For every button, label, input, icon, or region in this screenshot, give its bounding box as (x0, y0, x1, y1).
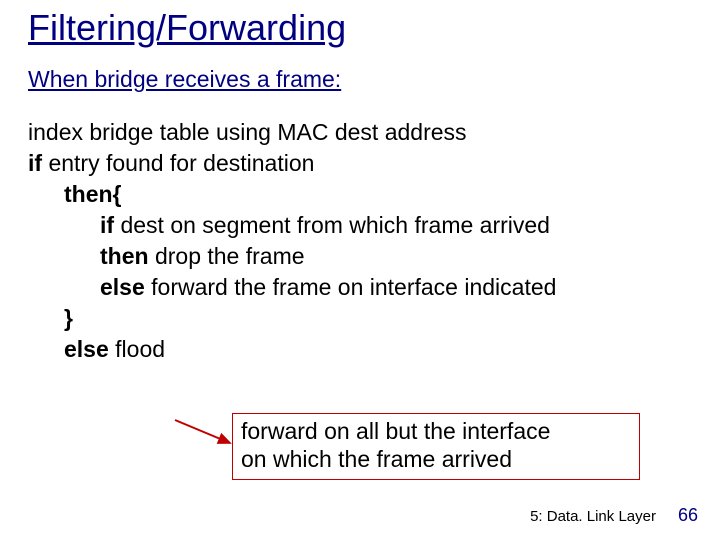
keyword-else: else (100, 274, 145, 300)
code-line: else flood (64, 334, 692, 365)
keyword-if: if (28, 150, 42, 176)
subtitle: When bridge receives a frame: (28, 66, 692, 93)
footer: 5: Data. Link Layer 66 (530, 505, 698, 526)
code-line: if entry found for destination (28, 148, 692, 179)
code-text: flood (109, 336, 165, 362)
code-text: drop the frame (149, 243, 305, 269)
code-line: } (64, 303, 692, 334)
code-line: if dest on segment from which frame arri… (100, 210, 692, 241)
code-text: forward the frame on interface indicated (145, 274, 557, 300)
page-number: 66 (678, 505, 698, 526)
callout-box: forward on all but the interface on whic… (232, 413, 640, 480)
code-text: dest on segment from which frame arrived (114, 212, 550, 238)
keyword-else: else (64, 336, 109, 362)
keyword-then: then{ (64, 181, 122, 207)
code-line: index bridge table using MAC dest addres… (28, 117, 692, 148)
keyword-brace: } (64, 305, 73, 331)
page-title: Filtering/Forwarding (28, 8, 692, 48)
keyword-if: if (100, 212, 114, 238)
keyword-then: then (100, 243, 149, 269)
code-line: then drop the frame (100, 241, 692, 272)
code-line: then{ (64, 179, 692, 210)
code-line: else forward the frame on interface indi… (100, 272, 692, 303)
footer-chapter: 5: Data. Link Layer (530, 508, 656, 525)
slide: Filtering/Forwarding When bridge receive… (0, 0, 720, 540)
callout-line: on which the frame arrived (241, 446, 631, 474)
pseudocode-block: index bridge table using MAC dest addres… (28, 117, 692, 365)
callout-line: forward on all but the interface (241, 418, 631, 446)
code-text: entry found for destination (42, 150, 314, 176)
